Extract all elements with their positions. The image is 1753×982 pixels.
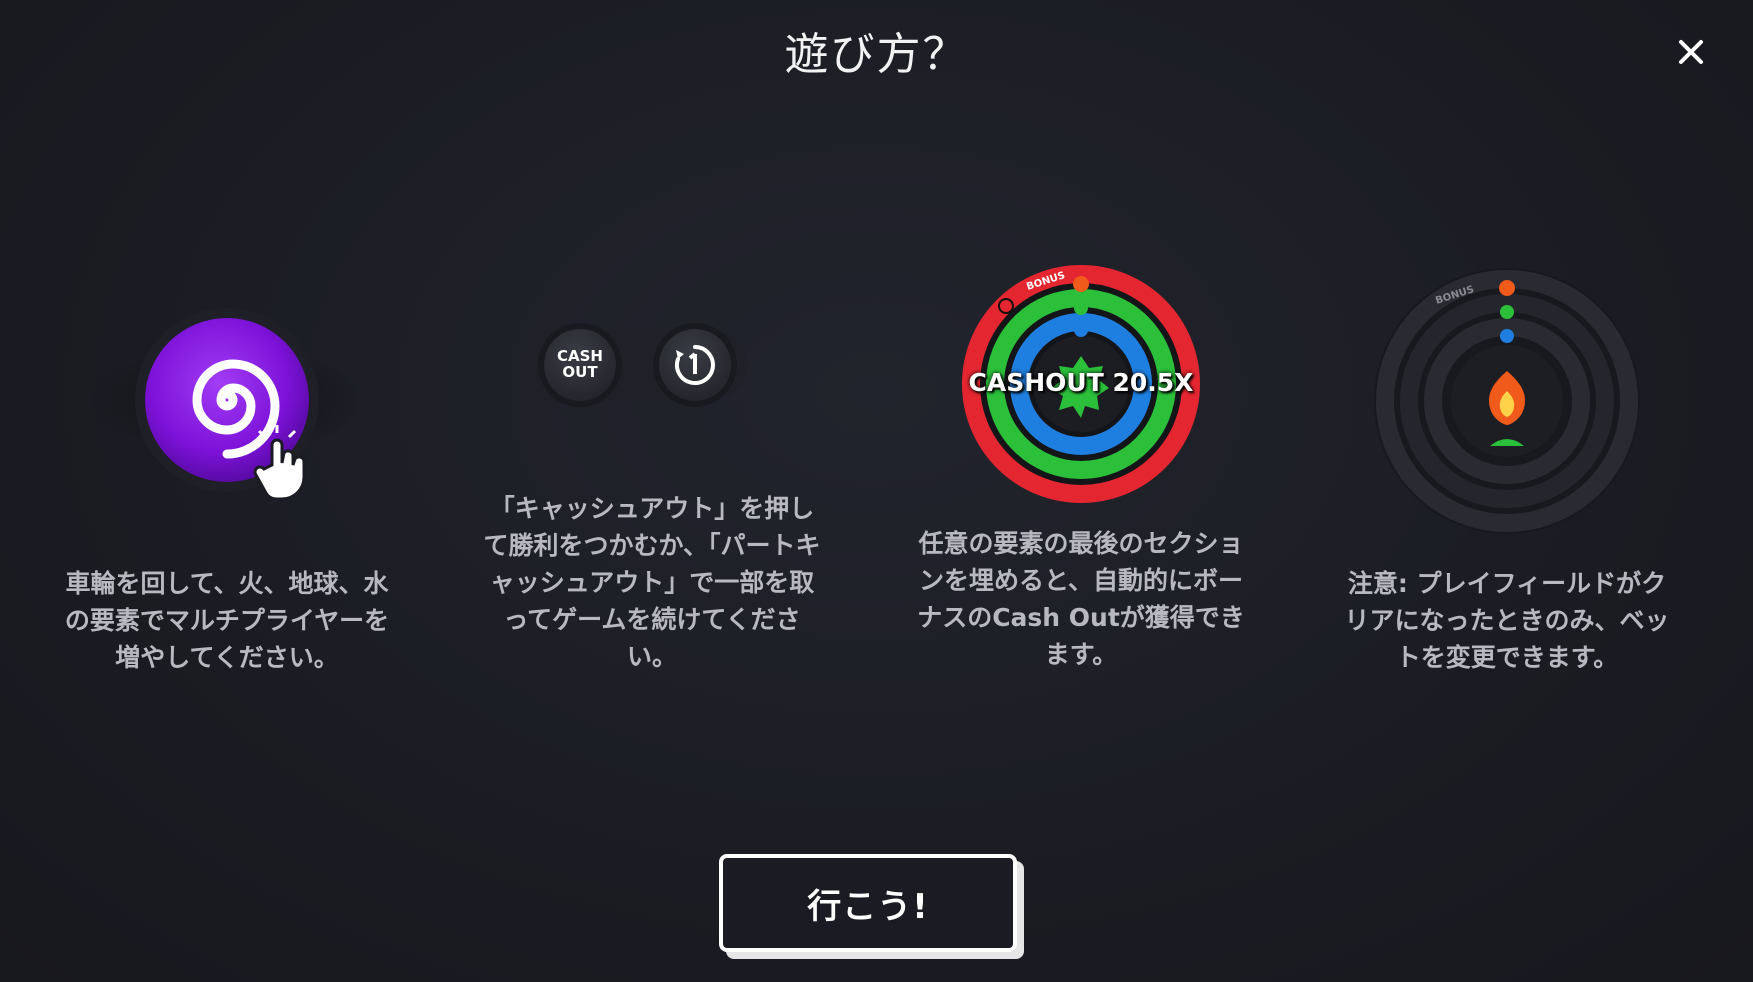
step-card-2: CASH OUT 「キャッシュアウト」を押して勝利をつかむか、「パートキャッシュ… — [482, 260, 822, 680]
cashout-button-icon-label-2: OUT — [562, 363, 598, 381]
step-2-description: 「キャッシュアウト」を押して勝利をつかむか、「パートキャッシュアウト」で一部を取… — [483, 494, 821, 671]
step-card-1: 車輪を回して、火、地球、水の要素でマルチプライヤーを増やしてください。 — [57, 260, 397, 680]
step-4-description: 注意: プレイフィールドがクリアになったときのみ、ベットを変更できます。 — [1344, 569, 1670, 672]
step-3-description: 任意の要素の最後のセクションを埋めると、自動的にボーナスのCash Outが獲得… — [917, 529, 1245, 669]
spin-wheel-icon — [87, 260, 367, 534]
close-icon — [1679, 40, 1703, 64]
step-card-4: BONUS 注意: プレイフィールドがクリアになったときのみ、ベットを変更できま… — [1337, 260, 1677, 680]
cashout-button-icon-label-1: CASH — [557, 347, 603, 365]
step-1-description: 車輪を回して、火、地球、水の要素でマルチプライヤーを増やしてください。 — [64, 569, 390, 672]
step-card-3: BONUS CASHOUT 20.5X 任意の要素の最後のセクションを埋めると、… — [911, 250, 1251, 680]
close-button[interactable] — [1669, 30, 1713, 74]
dialog-title: 遊び方？ — [784, 29, 969, 80]
go-button-label: 行こう! — [807, 886, 929, 927]
idle-wheel-icon — [1372, 266, 1642, 540]
go-button[interactable]: 行こう! — [719, 854, 1017, 952]
wheel-cashout-multiplier-label: CASHOUT 20.5X — [968, 368, 1194, 397]
